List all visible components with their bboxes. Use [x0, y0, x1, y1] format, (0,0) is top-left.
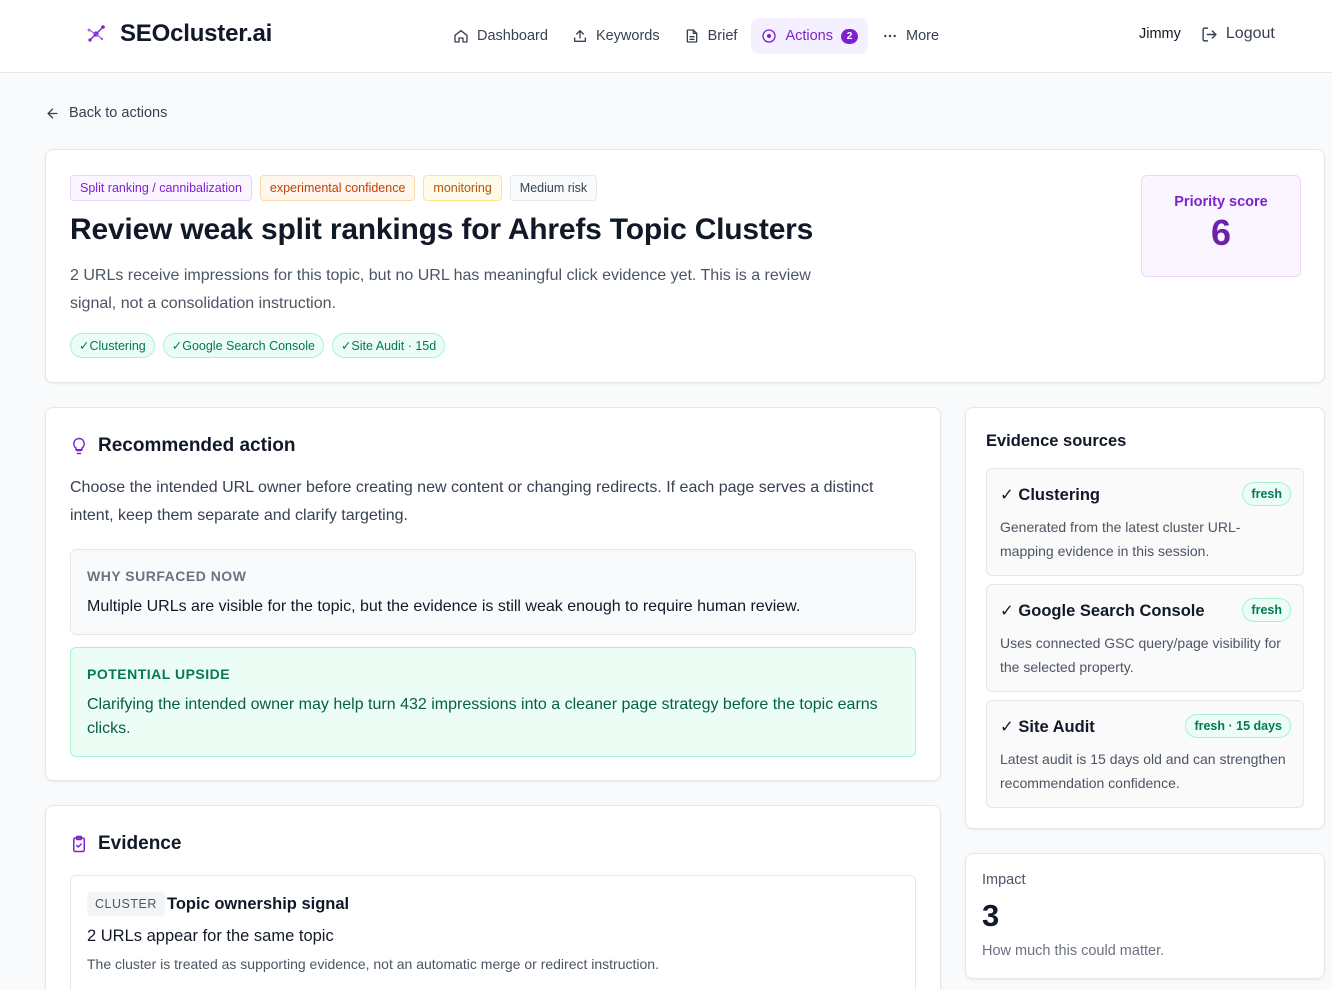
nav-item-brief[interactable]: Brief — [674, 18, 748, 54]
nav-item-label: Actions — [785, 28, 833, 44]
category-tag: Split ranking / cannibalization — [70, 175, 252, 201]
evidence-type-badge: CLUSTER — [87, 892, 165, 916]
lightbulb-icon — [73, 437, 85, 455]
clipboard-check-icon — [73, 835, 85, 853]
evidence-item: CLUSTER Topic ownership signal 2 URLs ap… — [70, 875, 916, 990]
priority-score-value: 6 — [1210, 212, 1232, 253]
impact-note: How much this could matter. — [982, 943, 1165, 959]
more-icon — [884, 34, 896, 38]
target-icon — [762, 29, 777, 43]
main-nav: Dashboard Keywords Brief Actions 2 More — [443, 18, 949, 54]
source-card-text: Uses connected GSC query/page visibility… — [1000, 635, 1281, 675]
source-pill-clustering: ✓Clustering — [70, 333, 155, 358]
freshness-badge: fresh — [1242, 482, 1291, 506]
back-to-actions-link[interactable]: Back to actions — [45, 105, 167, 121]
potential-upside-text: Clarifying the intended owner may help t… — [87, 696, 878, 737]
impact-value: 3 — [982, 898, 1000, 933]
nav-item-actions[interactable]: Actions 2 — [751, 18, 868, 54]
nav-item-label: More — [906, 28, 940, 44]
source-pill-gsc: ✓Google Search Console — [162, 333, 324, 358]
brand-name: SEOcluster.ai — [120, 20, 273, 47]
logout-icon — [1202, 26, 1217, 42]
freshness-badge: fresh · 15 days — [1185, 714, 1291, 738]
impact-label: Impact — [982, 872, 1026, 888]
impact-card: Impact 3 How much this could matter. — [965, 853, 1325, 979]
username[interactable]: Jimmy — [1139, 26, 1181, 42]
section-title: Evidence — [98, 833, 182, 854]
action-summary-card: Split ranking / cannibalization experime… — [45, 149, 1325, 383]
nav-item-keywords[interactable]: Keywords — [562, 18, 670, 54]
page-title: Review weak split rankings for Ahrefs To… — [70, 213, 814, 246]
why-surfaced-box: WHY SURFACED NOW Multiple URLs are visib… — [70, 549, 916, 635]
document-icon — [686, 29, 697, 43]
nav-item-label: Brief — [707, 28, 738, 44]
recommended-action-card: Recommended action Choose the intended U… — [45, 407, 941, 781]
potential-upside-label: POTENTIAL UPSIDE — [87, 666, 231, 682]
evidence-item-claim: 2 URLs appear for the same topic — [87, 927, 334, 945]
source-card-site-audit: ✓ Site Audit fresh · 15 days Latest audi… — [986, 700, 1304, 808]
priority-score-box: Priority score 6 — [1141, 175, 1301, 277]
source-card-text: Generated from the latest cluster URL-ma… — [1000, 519, 1241, 559]
recommended-action-heading: Recommended action — [70, 435, 295, 457]
section-title: Recommended action — [98, 435, 296, 456]
actions-count-badge: 2 — [841, 28, 858, 44]
action-description: 2 URLs receive impressions for this topi… — [70, 267, 811, 312]
confidence-tag: experimental confidence — [259, 175, 416, 201]
source-card-text: Latest audit is 15 days old and can stre… — [1000, 751, 1286, 791]
back-link-label: Back to actions — [69, 105, 168, 121]
brand[interactable]: SEOcluster.ai — [84, 20, 272, 48]
source-pills: ✓Clustering ✓Google Search Console ✓Site… — [70, 333, 446, 358]
home-icon — [454, 30, 468, 43]
evidence-sources-card: Evidence sources ✓ Clustering fresh Gene… — [965, 407, 1325, 829]
user-area: Jimmy Logout — [1139, 25, 1275, 43]
source-card-title: ✓ Site Audit — [1000, 718, 1095, 736]
nav-item-more[interactable]: More — [872, 18, 949, 54]
cluster-logo-icon — [87, 25, 105, 42]
evidence-sources-heading: Evidence sources — [986, 432, 1127, 450]
upload-icon — [573, 30, 586, 42]
top-navigation-bar: SEOcluster.ai Dashboard Keywords Brief A… — [0, 0, 1332, 73]
source-card-clustering: ✓ Clustering fresh Generated from the la… — [986, 468, 1304, 576]
recommended-action-text: Choose the intended URL owner before cre… — [70, 479, 874, 524]
nav-item-label: Dashboard — [477, 28, 548, 44]
source-card-title: ✓ Clustering — [1000, 486, 1100, 504]
potential-upside-box: POTENTIAL UPSIDE Clarifying the intended… — [70, 647, 916, 757]
source-card-gsc: ✓ Google Search Console fresh Uses conne… — [986, 584, 1304, 692]
evidence-item-note: The cluster is treated as supporting evi… — [87, 956, 659, 972]
nav-item-dashboard[interactable]: Dashboard — [443, 18, 558, 54]
source-card-title: ✓ Google Search Console — [1000, 602, 1205, 620]
evidence-item-title: Topic ownership signal — [167, 895, 350, 913]
risk-tag: Medium risk — [509, 175, 598, 201]
status-tag: monitoring — [423, 175, 502, 201]
logout-label: Logout — [1225, 25, 1275, 42]
freshness-badge: fresh — [1242, 598, 1291, 622]
nav-item-label: Keywords — [595, 28, 660, 44]
why-surfaced-text: Multiple URLs are visible for the topic,… — [87, 598, 801, 615]
why-surfaced-label: WHY SURFACED NOW — [87, 568, 247, 584]
evidence-heading: Evidence — [70, 833, 181, 855]
arrow-left-icon — [47, 108, 58, 118]
source-pill-site-audit: ✓Site Audit · 15d — [331, 333, 446, 358]
priority-score-label: Priority score — [1174, 194, 1268, 210]
evidence-card: Evidence CLUSTER Topic ownership signal … — [45, 805, 941, 990]
logout-button[interactable]: Logout — [1201, 25, 1275, 43]
action-tags: Split ranking / cannibalization experime… — [70, 175, 598, 201]
